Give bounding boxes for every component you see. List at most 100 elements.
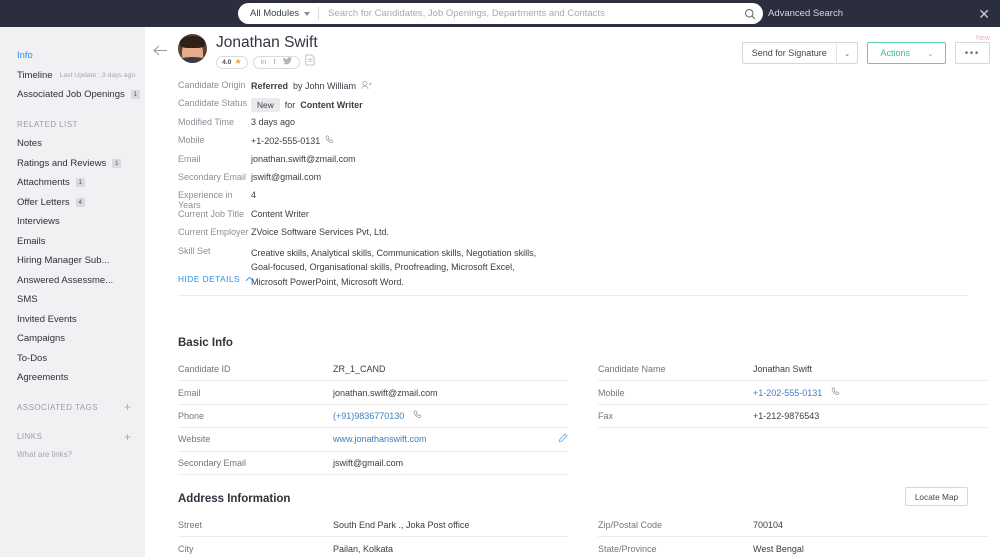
sidebar-item-attachments[interactable]: Attachments 1 (0, 173, 145, 193)
sidebar-item-answered-assessments[interactable]: Answered Assessme... (0, 271, 145, 291)
field-value: jonathan.swift@zmail.com (251, 154, 356, 164)
person-check-icon[interactable] (361, 80, 372, 92)
edit-pencil-icon[interactable] (558, 433, 568, 445)
sidebar-section-label: RELATED LIST (17, 120, 78, 129)
field-value: Jonathan Swift (753, 364, 988, 374)
field-mobile: Mobile +1-202-555-0131 (598, 381, 988, 404)
sidebar-item-label: Ratings and Reviews (17, 158, 106, 169)
field-label: State/Province (598, 544, 753, 554)
header-badges: 4.0 ★ in f (216, 53, 315, 71)
what-are-links-link[interactable]: What are links? (0, 447, 145, 463)
mobile-link[interactable]: +1-202-555-0131 (753, 388, 822, 398)
sidebar-item-ratings-and-reviews[interactable]: Ratings and Reviews 1 (0, 154, 145, 174)
field-value: Referred by John William (251, 80, 372, 92)
basic-info-grid: Candidate ID ZR_1_CAND Email jonathan.sw… (178, 358, 988, 475)
mobile-value: +1-202-555-0131 (251, 136, 320, 146)
status-job-title: Content Writer (300, 100, 362, 110)
resume-document-icon[interactable] (305, 53, 315, 71)
email-link[interactable]: jonathan.swift@zmail.com (333, 388, 568, 398)
add-link-icon[interactable]: + (124, 431, 131, 443)
field-value: Content Writer (251, 209, 309, 219)
field-label: Current Employer (145, 227, 251, 237)
sidebar-item-sms[interactable]: SMS (0, 290, 145, 310)
search-icon[interactable] (736, 8, 763, 20)
locate-map-button[interactable]: Locate Map (905, 487, 968, 506)
linkedin-icon[interactable]: in (261, 58, 267, 66)
phone-link[interactable]: (+91)9836770130 (333, 411, 404, 421)
detail-summary: Candidate Origin Referred by John Willia… (145, 80, 1000, 289)
count-badge: 4 (76, 198, 85, 207)
search-input[interactable] (319, 8, 736, 19)
modules-dropdown-label: All Modules (250, 8, 299, 19)
field-value: West Bengal (753, 544, 988, 554)
modules-dropdown[interactable]: All Modules (238, 3, 318, 24)
sidebar-item-interviews[interactable]: Interviews (0, 212, 145, 232)
field-value: www.jonathanswift.com (333, 433, 568, 445)
field-email: Email jonathan.swift@zmail.com (178, 381, 568, 404)
actions-button[interactable]: Actions ⌄ (867, 42, 945, 64)
basic-info-left-column: Candidate ID ZR_1_CAND Email jonathan.sw… (178, 358, 568, 475)
sidebar-item-label: Interviews (17, 216, 60, 227)
back-arrow-icon[interactable] (153, 43, 168, 61)
sidebar-section-associated-tags: ASSOCIATED TAGS + (0, 398, 145, 418)
send-for-signature-button[interactable]: Send for Signature ⌄ (742, 42, 859, 64)
phone-icon[interactable] (325, 135, 335, 147)
field-website: Website www.jonathanswift.com (178, 428, 568, 451)
sidebar-item-notes[interactable]: Notes (0, 134, 145, 154)
phone-icon[interactable] (831, 387, 841, 399)
detail-row-email: Email jonathan.swift@zmail.com (145, 154, 1000, 172)
sidebar-item-campaigns[interactable]: Campaigns (0, 329, 145, 349)
sidebar: Info Timeline Last Update : 3 days ago A… (0, 27, 145, 557)
more-options-button[interactable]: ••• (955, 42, 990, 64)
chevron-down-icon[interactable]: ⌄ (837, 49, 858, 58)
header-actions: Send for Signature ⌄ Actions ⌄ New ••• (742, 42, 990, 64)
avatar-hair (180, 36, 205, 48)
rating-badge[interactable]: 4.0 ★ (216, 56, 248, 69)
spacer (0, 417, 145, 427)
phone-icon[interactable] (413, 410, 423, 422)
field-secondary-email: Secondary Email jswift@gmail.com (178, 452, 568, 475)
hide-details-toggle[interactable]: HIDE DETAILS (178, 274, 254, 284)
timeline-last-update: Last Update : 3 days ago (60, 72, 136, 79)
sidebar-item-label: Emails (17, 236, 46, 247)
facebook-icon[interactable]: f (273, 58, 275, 66)
sidebar-item-associated-job-openings[interactable]: Associated Job Openings 1 (0, 85, 145, 105)
advanced-search-link[interactable]: Advanced Search (768, 0, 843, 27)
twitter-icon[interactable] (283, 57, 292, 67)
field-value: Creative skills, Analytical skills, Comm… (251, 246, 541, 290)
field-value: South End Park ., Joka Post office (333, 520, 568, 530)
field-label: Modified Time (145, 117, 251, 127)
field-label: Email (145, 154, 251, 164)
field-empty-2 (598, 452, 988, 475)
sidebar-item-info[interactable]: Info (0, 46, 145, 66)
field-label: Candidate Status (145, 98, 251, 108)
sidebar-item-label: Invited Events (17, 314, 77, 325)
field-label: Street (178, 520, 333, 530)
basic-info-right-column: Candidate Name Jonathan Swift Mobile +1-… (598, 358, 988, 475)
secondary-email-link[interactable]: jswift@gmail.com (333, 458, 568, 468)
chevron-up-icon (245, 274, 254, 284)
field-value: Pailan, Kolkata (333, 544, 568, 554)
field-value: 3 days ago (251, 117, 295, 127)
field-value: ZVoice Software Services Pvt, Ltd. (251, 227, 389, 237)
sidebar-item-to-dos[interactable]: To-Dos (0, 349, 145, 369)
sidebar-item-label: To-Dos (17, 353, 47, 364)
field-label: Current Job Title (145, 209, 251, 219)
sidebar-item-timeline[interactable]: Timeline Last Update : 3 days ago (0, 66, 145, 86)
sidebar-item-emails[interactable]: Emails (0, 232, 145, 252)
sidebar-item-hiring-manager-submissions[interactable]: Hiring Manager Sub... (0, 251, 145, 271)
sidebar-item-invited-events[interactable]: Invited Events (0, 310, 145, 330)
page-title: Jonathan Swift (216, 34, 318, 52)
close-icon[interactable]: ✕ (978, 0, 990, 27)
field-label: Candidate Origin (145, 80, 251, 90)
field-label: Zip/Postal Code (598, 520, 753, 530)
address-info-title: Address Information (178, 493, 290, 505)
global-search-bar: All Modules (238, 3, 763, 24)
field-value: +1-202-555-0131 (251, 135, 335, 147)
sidebar-item-agreements[interactable]: Agreements (0, 368, 145, 388)
add-tag-icon[interactable]: + (124, 401, 131, 413)
avatar (178, 34, 207, 63)
sidebar-item-offer-letters[interactable]: Offer Letters 4 (0, 193, 145, 213)
website-link[interactable]: www.jonathanswift.com (333, 434, 427, 444)
actions-label: Actions (868, 48, 920, 58)
